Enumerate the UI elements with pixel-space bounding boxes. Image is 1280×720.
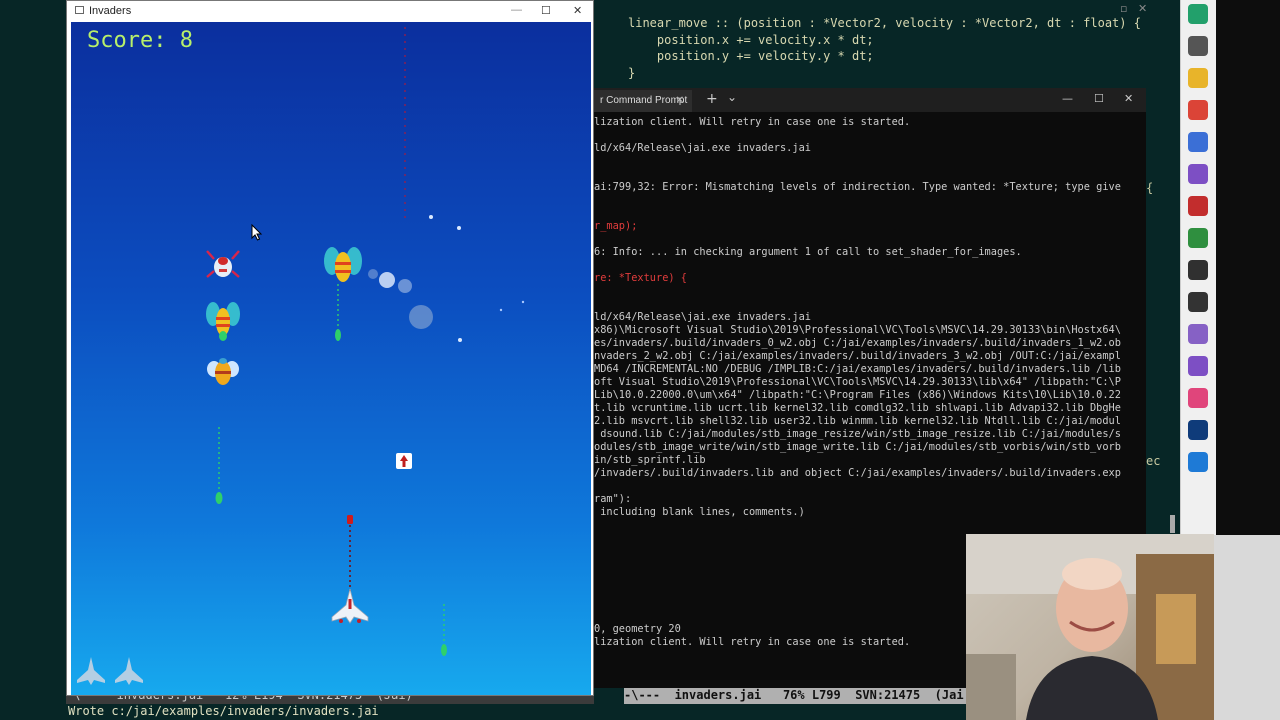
app-blue-icon[interactable]	[1188, 132, 1208, 152]
terminal-line: 2.lib msvcrt.lib shell32.lib user32.lib …	[594, 415, 1121, 427]
emacs-icon[interactable]	[1188, 164, 1208, 184]
mouse-cursor-icon	[251, 224, 263, 241]
life-ship-icon	[115, 657, 143, 685]
green-app-icon[interactable]	[1188, 228, 1208, 248]
invader-crab	[206, 250, 240, 278]
window-app-icon	[75, 6, 84, 14]
invader-bee	[324, 247, 362, 282]
explosion-puff	[398, 279, 412, 293]
tab-close-icon[interactable]: ✕	[676, 90, 684, 112]
terminal-line: Lib\10.0.22000.0\um\x64" /libpath:"C:\Pr…	[594, 389, 1121, 401]
maximize-button[interactable]: ☐	[541, 4, 551, 17]
obs-icon[interactable]	[1188, 260, 1208, 280]
player-bullet	[347, 515, 353, 524]
chrome-icon[interactable]	[1188, 100, 1208, 120]
terminal-tab-bar: r Command Prompt ✕ + ⌄ — ☐ ✕	[594, 88, 1146, 112]
maximize-button[interactable]: ☐	[1094, 92, 1104, 105]
emacs-2-icon[interactable]	[1188, 356, 1208, 376]
code-fragment: {	[1146, 181, 1154, 195]
explosion-puff	[379, 272, 395, 288]
terminal-line: r_map);	[594, 220, 638, 232]
enemy-bullet	[335, 329, 341, 341]
minimize-button[interactable]: —	[1062, 92, 1073, 105]
webcam-person-image	[966, 534, 1214, 720]
terminal-icon[interactable]	[1188, 292, 1208, 312]
modeline-right: -\--- invaders.jai 76% L799 SVN:21475 (J…	[624, 688, 970, 704]
red-app-icon[interactable]	[1188, 196, 1208, 216]
webcam-overlay	[966, 534, 1214, 720]
star	[521, 300, 525, 304]
enemy-bullet	[215, 492, 223, 504]
explosion-puff	[409, 305, 433, 329]
window-titlebar[interactable]: Invaders — ☐ ✕	[67, 1, 593, 22]
terminal-line: ai:799,32: Error: Mismatching levels of …	[594, 181, 1121, 193]
window-title: Invaders	[89, 5, 132, 17]
scrollbar[interactable]	[1170, 515, 1175, 533]
star	[429, 215, 433, 219]
tab-dropdown-button[interactable]: ⌄	[727, 90, 737, 104]
taskbar	[1180, 0, 1216, 535]
code-fragment: ec	[1146, 454, 1161, 468]
explosion-puff	[368, 269, 378, 279]
tab-command-prompt[interactable]: r Command Prompt ✕	[594, 90, 692, 112]
code-line[interactable]: }	[628, 66, 635, 80]
game-canvas[interactable]: Score: 8	[71, 22, 591, 695]
terminal-line: lization client. Will retry in case one …	[594, 636, 911, 648]
game-scene	[77, 27, 525, 685]
minimize-button[interactable]: —	[511, 4, 522, 16]
invader-bee	[206, 302, 240, 341]
enemy-bullet	[441, 644, 447, 656]
powerup-icon	[396, 453, 412, 469]
invader-beetle	[207, 358, 239, 385]
player-ship	[331, 588, 369, 624]
star	[458, 338, 462, 342]
terminal-line: t.lib vcruntime.lib ucrt.lib kernel32.li…	[594, 402, 1121, 414]
code-line[interactable]: linear_move :: (position : *Vector2, vel…	[628, 16, 1141, 30]
terminal-line: ram"):	[594, 493, 632, 505]
terminal-line: odules/stb_image_write/win/stb_image_wri…	[594, 441, 1121, 453]
new-tab-button[interactable]: +	[706, 91, 718, 107]
terminal-line: lization client. Will retry in case one …	[594, 116, 911, 128]
close-button[interactable]: ✕	[1124, 92, 1133, 105]
star	[499, 308, 503, 312]
minibuffer-message: Wrote c:/jai/examples/invaders/invaders.…	[68, 704, 379, 718]
code-line[interactable]: position.y += velocity.y * dt;	[628, 49, 874, 63]
terminal-line: 6: Info: ... in checking argument 1 of c…	[594, 246, 1022, 258]
star	[457, 226, 461, 230]
photoshop-icon[interactable]	[1188, 420, 1208, 440]
terminal-line: x86)\Microsoft Visual Studio\2019\Profes…	[594, 324, 1121, 336]
terminal-line: /invaders/.build/invaders.lib and object…	[594, 467, 1121, 479]
terminal-line: ld/x64/Release\jai.exe invaders.jai	[594, 142, 811, 154]
terminal-line: nvaders_2_w2.obj C:/jai/examples/invader…	[594, 350, 1121, 362]
life-ship-icon	[77, 657, 105, 685]
apps-icon[interactable]	[1188, 4, 1208, 24]
terminal-line: in/stb_sprintf.lib	[594, 454, 706, 466]
terminal-line: oft Visual Studio\2019\Professional\VC\T…	[594, 376, 1121, 388]
terminal-line: 0, geometry 20	[594, 623, 681, 635]
terminal-line: dsound.lib C:/jai/modules/stb_image_resi…	[594, 428, 1121, 440]
terminal-line: re: *Texture) {	[594, 272, 687, 284]
search-icon[interactable]	[1188, 36, 1208, 56]
visual-studio-icon[interactable]	[1188, 324, 1208, 344]
terminal-line: including blank lines, comments.)	[594, 506, 805, 518]
terminal-line: es/invaders/.build/invaders_0_w2.obj C:/…	[594, 337, 1121, 349]
terminal-line: MD64 /INCREMENTAL:NO /DEBUG /IMPLIB:C:/j…	[594, 363, 1121, 375]
emacs-window-controls[interactable]: ▫ ✕	[1120, 2, 1147, 15]
camera-app-icon[interactable]	[1188, 388, 1208, 408]
folder-icon[interactable]	[1188, 68, 1208, 88]
invaders-window: Invaders — ☐ ✕ Score: 8	[66, 0, 594, 696]
close-button[interactable]: ✕	[573, 4, 582, 17]
window-icon[interactable]	[1188, 452, 1208, 472]
terminal-line: ld/x64/Release\jai.exe invaders.jai	[594, 311, 811, 323]
code-line[interactable]: position.x += velocity.x * dt;	[628, 33, 874, 47]
tab-label: r Command Prompt	[600, 95, 688, 106]
